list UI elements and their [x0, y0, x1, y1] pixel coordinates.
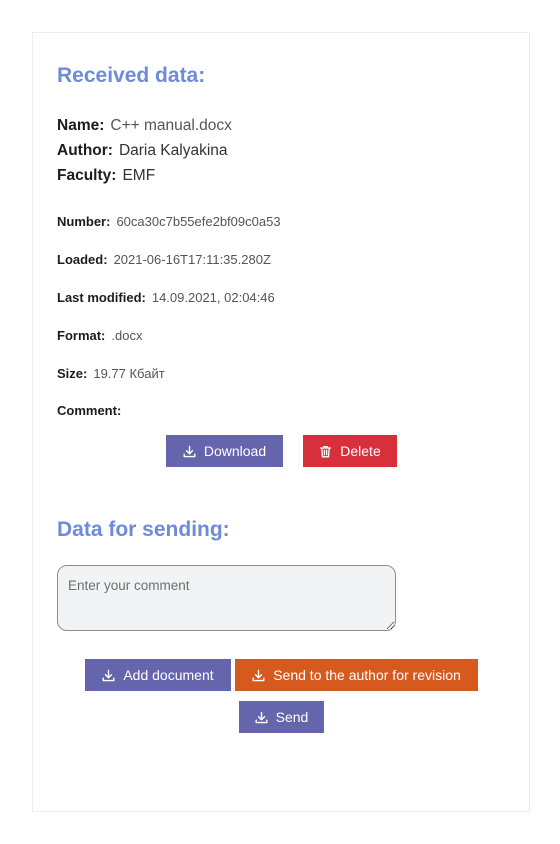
size-value: 19.77 Кбайт — [93, 366, 165, 381]
loaded-row: Loaded: 2021-06-16T17:11:35.280Z — [57, 252, 271, 267]
modified-value: 14.09.2021, 02:04:46 — [151, 290, 275, 305]
add-document-button[interactable]: Add document — [85, 659, 231, 691]
number-row: Number: 60ca30c7b55efe2bf09c0a53 — [57, 214, 281, 229]
download-button-label: Download — [203, 443, 267, 459]
author-label: Author: — [57, 142, 113, 159]
format-value: .docx — [111, 328, 143, 343]
document-card: Received data: Name: C++ manual.docx Auth… — [32, 32, 530, 812]
name-value: C++ manual.docx — [110, 117, 232, 134]
send-button-label: Send — [275, 709, 309, 725]
download-button[interactable]: Download — [166, 435, 283, 467]
faculty-label: Faculty: — [57, 167, 117, 184]
size-label: Size: — [57, 366, 88, 381]
comment-label: Comment: — [57, 403, 122, 418]
data-for-sending-title: Data for sending: — [57, 518, 230, 541]
modified-row: Last modified: 14.09.2021, 02:04:46 — [57, 290, 275, 305]
number-label: Number: — [57, 214, 111, 229]
comment-row: Comment: — [57, 403, 127, 418]
faculty-value: EMF — [122, 167, 156, 184]
download-icon — [183, 445, 196, 458]
send-button[interactable]: Send — [239, 701, 324, 733]
author-row: Author: Daria Kalyakina — [57, 142, 228, 160]
format-row: Format: .docx — [57, 328, 142, 343]
received-data-title: Received data: — [57, 64, 206, 87]
modified-label: Last modified: — [57, 290, 146, 305]
download-icon — [255, 711, 268, 724]
loaded-label: Loaded: — [57, 252, 108, 267]
size-row: Size: 19.77 Кбайт — [57, 366, 165, 381]
format-label: Format: — [57, 328, 106, 343]
send-to-author-button-label: Send to the author for revision — [273, 667, 461, 683]
name-row: Name: C++ manual.docx — [57, 117, 232, 135]
name-label: Name: — [57, 117, 105, 134]
download-icon — [252, 669, 265, 682]
author-value: Daria Kalyakina — [118, 142, 228, 159]
delete-button[interactable]: Delete — [303, 435, 397, 467]
delete-button-label: Delete — [340, 443, 381, 459]
add-document-button-label: Add document — [123, 667, 214, 683]
number-value: 60ca30c7b55efe2bf09c0a53 — [116, 214, 281, 229]
download-icon — [102, 669, 115, 682]
faculty-row: Faculty: EMF — [57, 167, 155, 185]
trash-icon — [319, 445, 332, 458]
comment-input[interactable] — [57, 565, 396, 631]
loaded-value: 2021-06-16T17:11:35.280Z — [113, 252, 271, 267]
send-to-author-button[interactable]: Send to the author for revision — [235, 659, 478, 691]
